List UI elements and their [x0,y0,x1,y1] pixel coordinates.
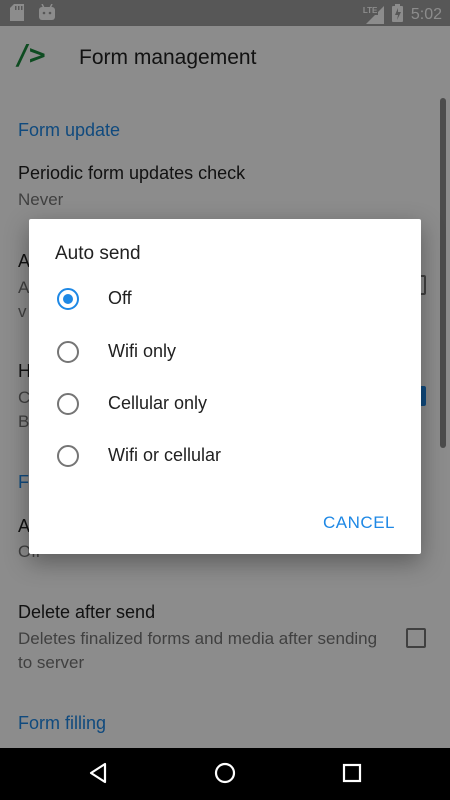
option-off[interactable]: Off [29,274,421,326]
option-wifi-or-cellular[interactable]: Wifi or cellular [29,431,421,483]
option-label: Cellular only [108,393,208,413]
option-cellular-only[interactable]: Cellular only [29,379,421,431]
recents-icon[interactable] [342,762,362,789]
cancel-button[interactable]: CANCEL [323,513,395,533]
radio-button-checked[interactable] [57,288,79,310]
home-icon[interactable] [214,762,236,789]
radio-button[interactable] [57,445,79,467]
option-label: Wifi or cellular [108,445,222,465]
radio-button[interactable] [57,393,79,415]
navigation-bar [0,748,450,800]
dialog-title: Auto send [55,243,141,264]
option-label: Wifi only [108,341,177,361]
option-wifi-only[interactable]: Wifi only [29,327,421,379]
auto-send-dialog: Auto send Off Wifi only Cellular only Wi… [29,219,421,554]
radio-button[interactable] [57,341,79,363]
back-icon[interactable] [88,762,108,789]
option-label: Off [108,288,132,308]
